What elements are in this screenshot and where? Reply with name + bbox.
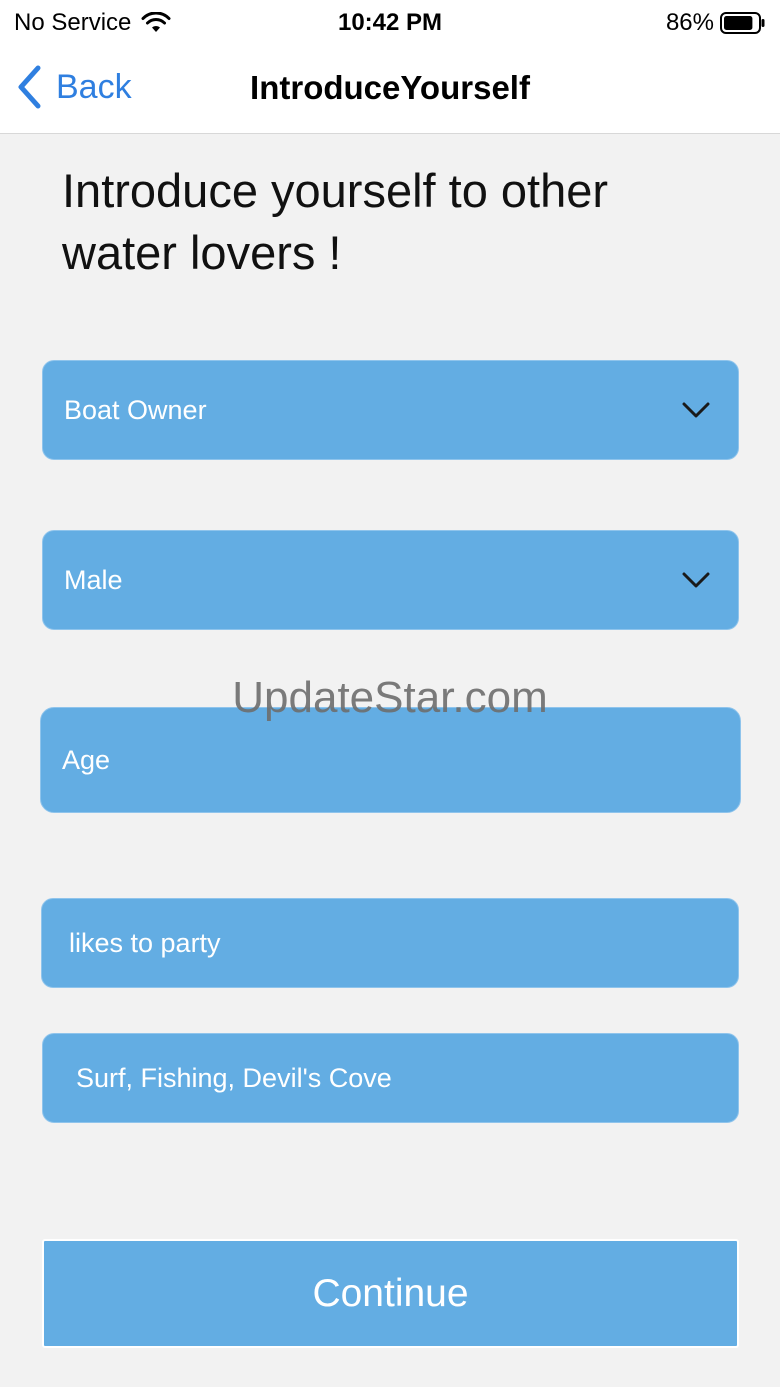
page-title: IntroduceYourself: [250, 69, 530, 106]
chevron-down-icon: [682, 402, 710, 418]
status-right: 86%: [666, 8, 766, 38]
battery-percent: 86%: [665, 9, 714, 36]
bio-input[interactable]: likes to party: [41, 898, 739, 988]
chevron-left-icon: [18, 65, 41, 109]
battery-icon: [720, 12, 765, 34]
bio-value: likes to party: [69, 927, 221, 958]
chevron-down-icon: [682, 572, 710, 588]
back-label: Back: [56, 67, 132, 106]
continue-label: Continue: [312, 1271, 469, 1315]
age-placeholder: Age: [62, 744, 111, 775]
role-select-value: Boat Owner: [64, 394, 207, 425]
wifi-icon: [141, 12, 171, 32]
interests-value: Surf, Fishing, Devil's Cove: [76, 1062, 392, 1093]
interests-input[interactable]: Surf, Fishing, Devil's Cove: [42, 1033, 739, 1123]
status-time: 10:42 PM: [337, 9, 443, 36]
gender-select-value: Male: [64, 564, 123, 595]
back-button[interactable]: Back: [16, 62, 132, 112]
carrier-label: No Service: [14, 9, 132, 36]
gender-select[interactable]: Male: [42, 530, 739, 630]
continue-button[interactable]: Continue: [42, 1239, 739, 1348]
status-left: No Service: [14, 8, 171, 38]
role-select[interactable]: Boat Owner: [42, 360, 739, 460]
watermark: UpdateStar.com: [232, 673, 548, 722]
top-bar: No Service 10:42 PM 86% Back IntroduceYo…: [0, 0, 780, 134]
headline: Introduce yourself to other water lovers…: [62, 164, 609, 279]
